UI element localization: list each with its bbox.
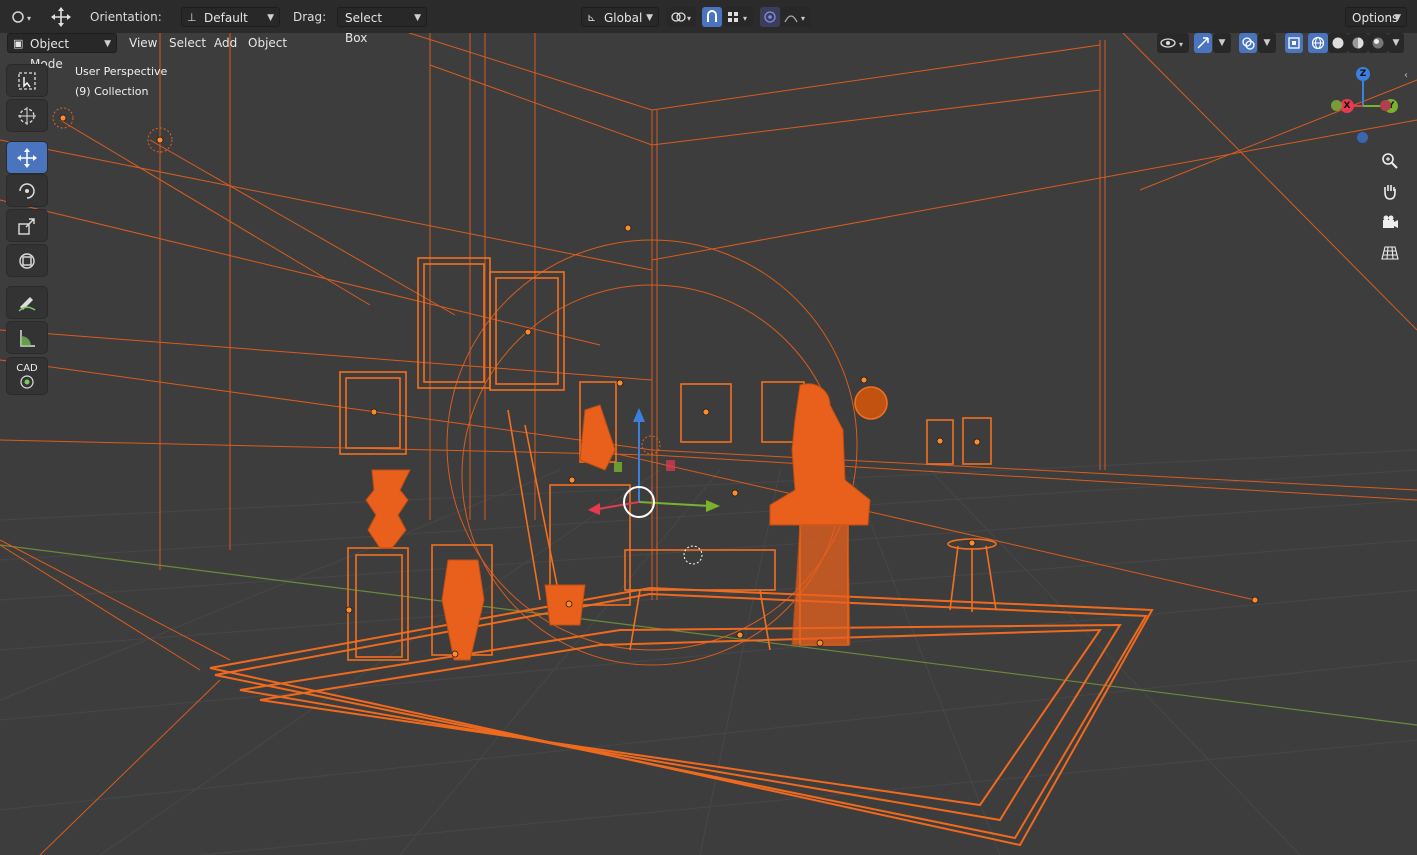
shading-dropdown-icon[interactable]: ▼ <box>1388 33 1404 53</box>
gizmo-dropdown-icon[interactable]: ▼ <box>1213 33 1231 53</box>
svg-text:▾: ▾ <box>743 14 747 23</box>
gizmo-toggle-icon[interactable] <box>1194 33 1212 53</box>
transform-orientation-value: Global <box>604 11 643 25</box>
chevron-down-icon: ▼ <box>267 13 274 23</box>
drag-label: Drag: <box>293 10 327 24</box>
chevron-down-icon: ▼ <box>1394 13 1401 23</box>
gizmo-z-ball[interactable]: Z <box>1356 67 1370 81</box>
move-tool[interactable] <box>7 142 47 173</box>
xray-toggle-icon[interactable] <box>1285 33 1303 53</box>
overlays-dropdown-icon[interactable]: ▼ <box>1258 33 1276 53</box>
menu-object[interactable]: Object <box>243 33 292 53</box>
zoom-button[interactable] <box>1377 148 1403 174</box>
menu-select[interactable]: Select <box>164 33 211 53</box>
viewport-header: ▣ Object Mode ▼ View Select Add Object ▾… <box>0 33 1417 71</box>
gizmo-neg-z-ball[interactable] <box>1357 132 1368 143</box>
orientation-value: Default <box>204 11 248 25</box>
annotate-icon <box>18 296 36 312</box>
camera-icon <box>1383 215 1398 228</box>
viewport-canvas[interactable] <box>0 0 1417 855</box>
move-icon <box>17 147 37 168</box>
transform-icon <box>19 252 35 269</box>
cad-tool[interactable]: CAD <box>7 358 47 394</box>
svg-text:▾: ▾ <box>27 14 31 23</box>
cad-label: CAD <box>16 362 38 374</box>
measure-tool[interactable] <box>7 322 47 353</box>
tool-settings-bar: ▾ Orientation: ⊥ Default ▼ Drag: Select … <box>0 0 1417 45</box>
mode-dropdown[interactable]: ▣ Object Mode ▼ <box>7 33 117 71</box>
overlays-toggle-icon[interactable] <box>1239 33 1257 53</box>
gizmo-neg-y-ball[interactable] <box>1380 100 1391 111</box>
measure-icon <box>20 329 35 347</box>
options-dropdown[interactable]: Options ▼ <box>1345 7 1407 27</box>
shading-material-icon[interactable] <box>1348 33 1368 53</box>
chevron-down-icon: ▼ <box>414 13 421 23</box>
transform-orientation-dropdown[interactable]: ⊾ Global ▼ <box>581 7 659 27</box>
cursor-tool[interactable] <box>7 100 47 131</box>
pan-button[interactable] <box>1377 178 1403 204</box>
chevron-down-icon: ▼ <box>104 39 111 49</box>
global-axes-icon: ⊾ <box>587 11 597 24</box>
menu-add[interactable]: Add <box>209 33 242 53</box>
hand-icon <box>1384 185 1396 200</box>
svg-text:▾: ▾ <box>687 14 691 23</box>
snap-toggle-icon[interactable] <box>702 7 722 27</box>
snap-grid-icon[interactable]: ▾ <box>723 7 753 27</box>
rotate-icon <box>19 182 35 199</box>
gizmo-x-ball[interactable]: X <box>1340 99 1354 113</box>
pivot-point-icon[interactable]: ▾ <box>666 7 696 27</box>
transform-tool[interactable] <box>7 245 47 276</box>
annotate-tool[interactable] <box>7 287 47 318</box>
move-tool-icon[interactable] <box>48 5 74 29</box>
object-mode-icon: ▣ <box>13 37 24 50</box>
perspective-toggle-button[interactable] <box>1377 240 1403 266</box>
drag-dropdown[interactable]: Select Box ▼ <box>337 7 427 45</box>
navigation-gizmo[interactable]: Z Y X <box>1325 64 1405 146</box>
select-box-icon <box>18 71 36 90</box>
sidebar-toggle-icon[interactable]: ‹ <box>1404 70 1416 84</box>
chevron-down-icon: ▼ <box>646 13 653 23</box>
scale-icon <box>18 217 35 235</box>
svg-text:▾: ▾ <box>801 14 805 23</box>
cursor-icon <box>18 106 36 125</box>
shading-wireframe-icon[interactable] <box>1308 33 1328 53</box>
grid-icon <box>1381 246 1399 260</box>
gizmo-neg-x-ball[interactable] <box>1331 100 1342 111</box>
cad-icon <box>20 374 34 389</box>
view-name: User Perspective <box>75 65 168 78</box>
shading-rendered-icon[interactable] <box>1368 33 1388 53</box>
svg-text:▾: ▾ <box>1179 40 1183 49</box>
zoom-icon <box>1382 153 1398 169</box>
rotate-tool[interactable] <box>7 175 47 206</box>
camera-view-button[interactable] <box>1377 209 1403 235</box>
select-box-tool[interactable] <box>7 65 47 96</box>
menu-view[interactable]: View <box>124 33 162 53</box>
scale-tool[interactable] <box>7 210 47 241</box>
falloff-curve-icon[interactable]: ▾ <box>781 7 811 27</box>
orientation-axes-icon: ⊥ <box>187 11 197 24</box>
orientation-dropdown[interactable]: ⊥ Default ▼ <box>181 7 280 27</box>
visibility-icon[interactable]: ▾ <box>1157 33 1189 53</box>
editor-type-icon[interactable]: ▾ <box>8 7 38 27</box>
options-label: Options <box>1352 11 1399 25</box>
shading-solid-icon[interactable] <box>1328 33 1348 53</box>
orientation-label: Orientation: <box>90 10 162 24</box>
collection-name: (9) Collection <box>75 85 149 98</box>
proportional-edit-icon[interactable] <box>760 7 780 27</box>
